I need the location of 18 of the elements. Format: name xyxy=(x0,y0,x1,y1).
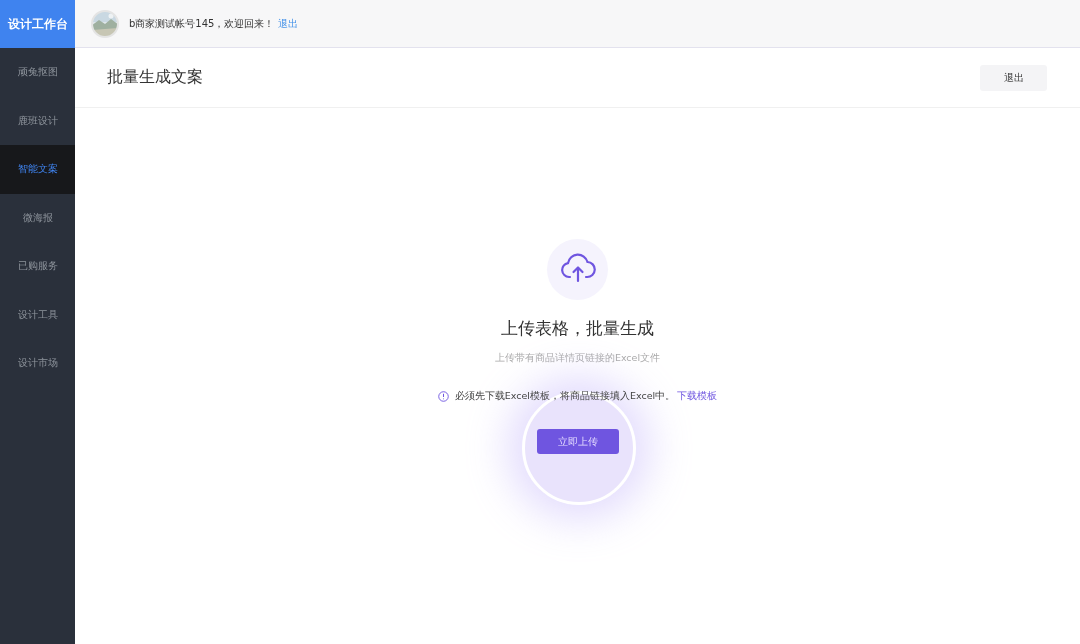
sidebar-item[interactable]: 已购服务 xyxy=(0,242,75,291)
upload-button[interactable]: 立即上传 xyxy=(536,429,619,454)
download-template-link[interactable]: 下载模板 xyxy=(677,390,718,403)
welcome-text: b商家测试帐号145，欢迎回来！ xyxy=(129,16,275,31)
sidebar-item[interactable]: 鹿班设计 xyxy=(0,96,75,145)
page-title: 批量生成文案 xyxy=(107,67,203,88)
sidebar-item[interactable]: 顽兔抠图 xyxy=(0,48,75,97)
app-logo[interactable]: 设计工作台 xyxy=(0,0,75,48)
info-icon xyxy=(437,391,449,402)
exit-button[interactable]: 退出 xyxy=(980,64,1047,91)
upload-heading: 上传表格，批量生成 xyxy=(501,317,654,340)
sidebar-item[interactable]: 微海报 xyxy=(0,193,75,242)
logout-link[interactable]: 退出 xyxy=(278,16,299,31)
sidebar-item[interactable]: 设计市场 xyxy=(0,339,75,388)
sidebar-item[interactable]: 设计工具 xyxy=(0,290,75,339)
sidebar-item[interactable]: 智能文案 xyxy=(0,145,75,194)
upload-subtitle: 上传带有商品详情页链接的Excel文件 xyxy=(494,352,661,365)
notice-text: 必须先下载Excel模板，将商品链接填入Excel中。 xyxy=(454,390,676,403)
